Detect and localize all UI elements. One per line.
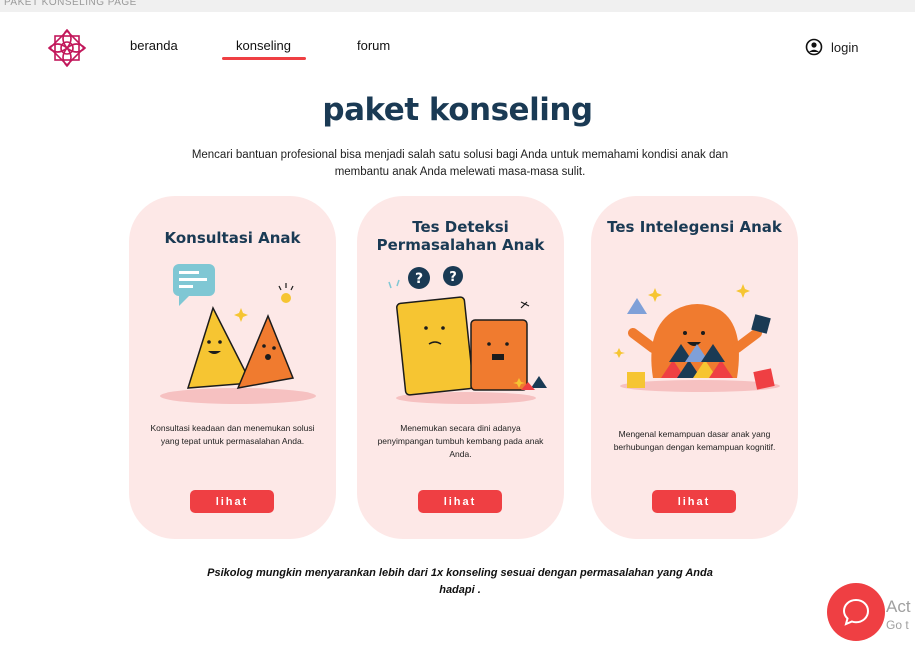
activate-windows-watermark: Act Go t (886, 598, 911, 634)
login-label: login (831, 39, 859, 55)
tab-title: PAKET KONSELING PAGE (4, 0, 137, 8)
nav-active-indicator (222, 57, 306, 60)
card-description: Mengenal kemampuan dasar anak yang berhu… (613, 429, 776, 452)
lihat-button[interactable]: lihat (418, 490, 502, 513)
card-description: Menemukan secara dini adanya penyimpanga… (377, 423, 544, 459)
illustration-tes-deteksi: ? ? (388, 266, 547, 404)
page-title: paket konseling (322, 92, 593, 128)
activate-subtext: Go t (886, 618, 909, 632)
lihat-button[interactable]: lihat (652, 490, 736, 513)
activate-text: Act (886, 597, 911, 616)
card-tes-deteksi: Tes Deteksi Permasalahan Anak ? ? Menemu… (357, 196, 564, 539)
svg-text:?: ? (415, 271, 423, 287)
lihat-button[interactable]: lihat (190, 490, 274, 513)
chat-bubble-icon (842, 598, 870, 626)
card-konsultasi-anak: Konsultasi Anak Konsultasi keadaan dan m… (129, 196, 336, 539)
chat-button[interactable] (827, 583, 885, 641)
svg-text:?: ? (449, 270, 457, 285)
footer-note: Psikolog mungkin menyarankan lebih dari … (207, 567, 713, 596)
logo-icon[interactable] (45, 26, 89, 70)
card-title: Konsultasi Anak (164, 229, 301, 247)
browser-tab-strip: PAKET KONSELING PAGE (0, 0, 915, 12)
user-circle-icon (805, 38, 823, 56)
card-title: Tes Intelegensi Anak (607, 218, 782, 236)
illustration-konsultasi (160, 264, 316, 404)
page-subtitle: Mencari bantuan profesional bisa menjadi… (191, 149, 729, 178)
card-description: Konsultasi keadaan dan menemukan solusi … (150, 423, 315, 446)
card-title: Tes Deteksi Permasalahan Anak (376, 218, 545, 254)
login-button[interactable]: login (805, 38, 858, 56)
nav-konseling[interactable]: konseling (236, 38, 291, 53)
nav-forum[interactable]: forum (357, 38, 390, 53)
illustration-tes-intelegensi (613, 284, 780, 392)
card-tes-intelegensi: Tes Intelegensi Anak Mengenal kemampuan … (591, 196, 798, 539)
nav-beranda[interactable]: beranda (130, 38, 178, 53)
